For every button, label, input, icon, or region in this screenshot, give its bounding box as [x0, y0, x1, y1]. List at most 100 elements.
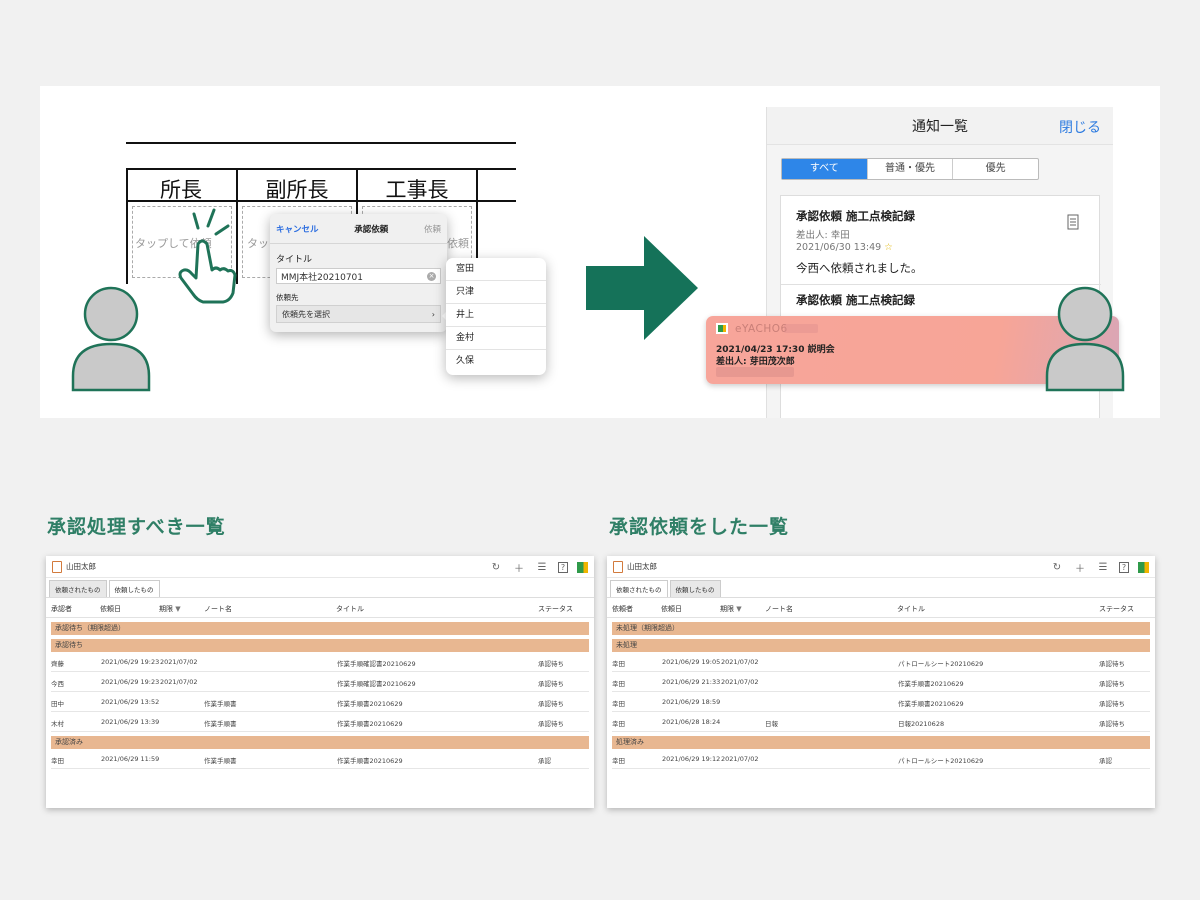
tab-requested-of-me[interactable]: 依頼されたもの: [49, 580, 107, 597]
add-icon[interactable]: ＋: [1073, 560, 1087, 575]
help-icon[interactable]: ?: [1119, 562, 1129, 573]
approval-list-panel: 山田太郎 ↻ ＋ ☰ ? 依頼されたもの 依頼したもの 承認者 依頼日 期限 ▼…: [46, 556, 594, 808]
add-icon[interactable]: ＋: [512, 560, 526, 575]
col-note-name[interactable]: ノート名: [765, 604, 793, 614]
tab-requested-of-me[interactable]: 依頼されたもの: [610, 580, 668, 597]
destination-select-label: 依頼先を選択: [282, 309, 330, 319]
popover-item[interactable]: 金村: [446, 327, 546, 350]
group-header[interactable]: 承認済み: [51, 736, 589, 749]
cell-date: 2021/06/29 11:59: [101, 755, 160, 763]
popover-item[interactable]: 只津: [446, 281, 546, 304]
cell-date: 2021/06/29 19:23: [101, 678, 160, 686]
table-row[interactable]: 田中 2021/06/29 13:52 作業手順書 作業手順書20210629 承認待ち: [51, 692, 589, 712]
cell-note: 作業手順書: [204, 700, 237, 708]
table-row[interactable]: 幸田 2021/06/29 19:05 2021/07/02 パトロールシート2021…: [612, 652, 1150, 672]
cell-status: 承認待ち: [1099, 660, 1125, 668]
cell-due: 2021/07/02: [721, 755, 759, 763]
note-icon: [52, 560, 62, 573]
notification-item-sender: 差出人: 幸田: [796, 230, 850, 241]
sort-desc-icon: ▼: [175, 605, 181, 613]
cell-status: 承認待ち: [538, 660, 564, 668]
destination-popover: 宮田 只津 井上 金村 久保: [446, 258, 546, 375]
col-due[interactable]: 期限 ▼: [159, 604, 181, 614]
cell-due: 2021/07/02: [721, 678, 759, 686]
table-row[interactable]: 齊藤 2021/06/29 19:23 2021/07/02 作業手順確認書20210…: [51, 652, 589, 672]
cell-person: 幸田: [612, 680, 625, 688]
stamp-header-deputy: 副所長: [265, 178, 329, 202]
segment-normal-priority[interactable]: 普通・優先: [868, 159, 954, 179]
cell-title: 日報20210628: [898, 720, 945, 728]
table-header: 依頼者 依頼日 期限 ▼ ノート名 タイトル ステータス: [607, 598, 1155, 618]
banner-app-name: eYACHO6: [735, 323, 788, 335]
cell-person: 幸田: [612, 757, 625, 765]
priority-segmented-control: すべて 普通・優先 優先: [781, 158, 1039, 180]
app-logo-icon: [577, 562, 588, 573]
refresh-icon[interactable]: ↻: [489, 562, 503, 573]
group-header[interactable]: 承認待ち: [51, 639, 589, 652]
col-note-name[interactable]: ノート名: [204, 604, 232, 614]
col-request-date[interactable]: 依頼日: [100, 604, 121, 614]
col-status[interactable]: ステータス: [1099, 604, 1134, 614]
cell-person: 田中: [51, 700, 64, 708]
table-row[interactable]: 木村 2021/06/29 13:39 作業手順書 作業手順書20210629 承認待ち: [51, 712, 589, 732]
group-header[interactable]: 未処理（期限超過）: [612, 622, 1150, 635]
popover-item[interactable]: 井上: [446, 304, 546, 327]
table-row[interactable]: 幸田 2021/06/29 21:33 2021/07/02 作業手順書2021062…: [612, 672, 1150, 692]
group-header[interactable]: 承認待ち（期限超過）: [51, 622, 589, 635]
segment-priority[interactable]: 優先: [953, 159, 1038, 179]
col-title[interactable]: タイトル: [336, 604, 364, 614]
cell-date: 2021/06/29 13:39: [101, 718, 160, 726]
table-row[interactable]: 幸田 2021/06/28 18:24 日報 日報20210628 承認待ち: [612, 712, 1150, 732]
segment-all[interactable]: すべて: [782, 159, 868, 179]
close-button[interactable]: 閉じる: [1059, 117, 1101, 137]
col-status[interactable]: ステータス: [538, 604, 573, 614]
col-approver[interactable]: 承認者: [51, 604, 72, 614]
cell-person: 木村: [51, 720, 64, 728]
illustration-panel: 所長 副所長 工事長 タップして依頼 タップして依頼 タップして依頼 キャンセル…: [40, 86, 1160, 418]
cell-title: 作業手順書20210629: [337, 757, 403, 765]
menu-icon[interactable]: ☰: [1096, 562, 1110, 573]
cell-title: 作業手順確認書20210629: [337, 680, 416, 688]
group-header[interactable]: 未処理: [612, 639, 1150, 652]
dialog-title: 承認依頼: [354, 224, 389, 235]
table-row[interactable]: 幸田 2021/06/29 18:59 作業手順書20210629 承認待ち: [612, 692, 1150, 712]
title-input[interactable]: MMJ本社20210701 ×: [276, 268, 441, 284]
section-title-to-approve: 承認処理すべき一覧: [47, 516, 226, 538]
cell-status: 承認待ち: [538, 700, 564, 708]
cell-note: 作業手順書: [204, 720, 237, 728]
tab-requested-by-me[interactable]: 依頼したもの: [669, 580, 721, 597]
cell-date: 2021/06/28 18:24: [662, 718, 721, 726]
popover-item[interactable]: 宮田: [446, 258, 546, 281]
request-list-panel: 山田太郎 ↻ ＋ ☰ ? 依頼されたもの 依頼したもの 依頼者 依頼日 期限 ▼…: [607, 556, 1155, 808]
tab-requested-by-me[interactable]: 依頼したもの: [108, 580, 160, 597]
cell-due: 2021/07/02: [160, 658, 198, 666]
table-row[interactable]: 幸田 2021/06/29 19:12 2021/07/02 パトロールシート2021…: [612, 749, 1150, 769]
help-icon[interactable]: ?: [558, 562, 568, 573]
dialog-cancel-button[interactable]: キャンセル: [276, 223, 319, 235]
dialog-request-button[interactable]: 依頼: [424, 223, 441, 235]
cell-status: 承認待ち: [1099, 680, 1125, 688]
user-name: 山田太郎: [627, 562, 657, 571]
cell-status: 承認待ち: [538, 720, 564, 728]
cell-date: 2021/06/29 19:05: [662, 658, 721, 666]
col-title[interactable]: タイトル: [897, 604, 925, 614]
cell-title: パトロールシート20210629: [898, 757, 984, 765]
menu-icon[interactable]: ☰: [535, 562, 549, 573]
group-header[interactable]: 処理済み: [612, 736, 1150, 749]
cell-title: 作業手順確認書20210629: [337, 660, 416, 668]
approval-request-dialog: キャンセル 承認依頼 依頼 タイトル MMJ本社20210701 × 依頼先 依…: [270, 214, 447, 332]
stamp-header-director: 所長: [160, 178, 202, 202]
table-row[interactable]: 今西 2021/06/29 19:23 2021/07/02 作業手順確認書20210…: [51, 672, 589, 692]
app-logo-icon: [1138, 562, 1149, 573]
col-request-date[interactable]: 依頼日: [661, 604, 682, 614]
stamp-header-construction-chief: 工事長: [385, 178, 449, 202]
col-requester[interactable]: 依頼者: [612, 604, 633, 614]
popover-item[interactable]: 久保: [446, 350, 546, 373]
refresh-icon[interactable]: ↻: [1050, 562, 1064, 573]
destination-select[interactable]: 依頼先を選択 ›: [276, 305, 441, 323]
table-row[interactable]: 幸田 2021/06/29 11:59 作業手順書 作業手順書20210629 承認: [51, 749, 589, 769]
chevron-right-icon: ›: [431, 309, 435, 319]
clear-icon[interactable]: ×: [427, 271, 436, 281]
sort-desc-icon: ▼: [736, 605, 742, 613]
col-due[interactable]: 期限 ▼: [720, 604, 742, 614]
